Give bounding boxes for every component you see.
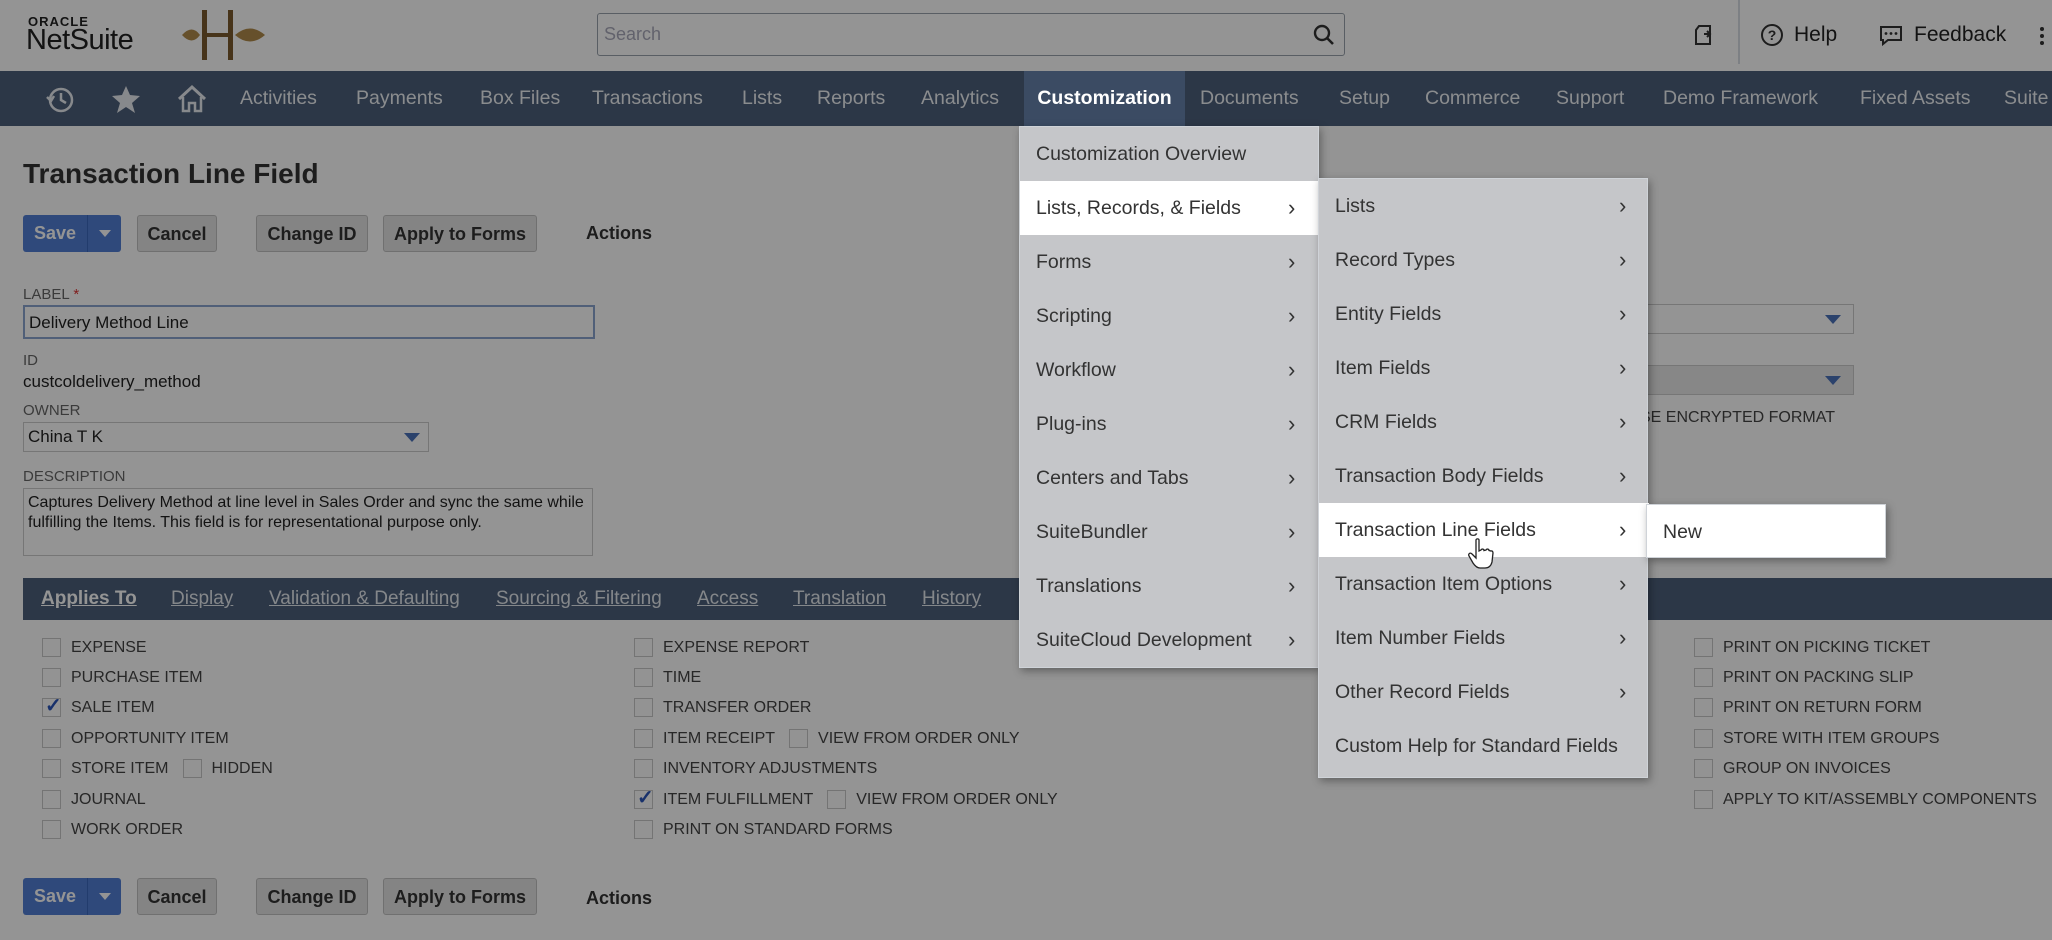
chevron-right-icon: › (1619, 409, 1627, 434)
submenu-item-other-record-fields[interactable]: Other Record Fields › (1319, 665, 1649, 719)
chevron-right-icon: › (1619, 463, 1627, 488)
chevron-right-icon: › (1288, 465, 1296, 490)
menu-item-suitebundler[interactable]: SuiteBundler › (1020, 505, 1320, 559)
menu-item-label: Centers and Tabs (1036, 467, 1189, 489)
menu-item-label: Scripting (1036, 305, 1112, 327)
menu-item-forms[interactable]: Forms › (1020, 235, 1320, 289)
menu-item-label: CRM Fields (1335, 411, 1437, 433)
chevron-right-icon: › (1288, 195, 1296, 220)
chevron-right-icon: › (1619, 625, 1627, 650)
menu-item-translations[interactable]: Translations › (1020, 559, 1320, 613)
chevron-right-icon: › (1288, 303, 1296, 328)
nav-customization[interactable]: Customization (1024, 71, 1185, 126)
menu-item-label: Lists (1335, 195, 1376, 217)
menu-item-label: SuiteBundler (1036, 521, 1148, 543)
submenu-item-entity-fields[interactable]: Entity Fields › (1319, 287, 1649, 341)
menu-item-label: Customization Overview (1036, 143, 1247, 165)
menu-item-label: Lists, Records, & Fields (1036, 197, 1241, 219)
submenu-item-transaction-body-fields[interactable]: Transaction Body Fields › (1319, 449, 1649, 503)
chevron-right-icon: › (1619, 571, 1627, 596)
menu-item-customization-overview[interactable]: Customization Overview (1020, 127, 1320, 181)
menu-item-label: Entity Fields (1335, 303, 1442, 325)
submenu-item-item-fields[interactable]: Item Fields › (1319, 341, 1649, 395)
chevron-right-icon: › (1288, 627, 1296, 652)
menu-item-lists-records-fields[interactable]: Lists, Records, & Fields › (1020, 181, 1321, 235)
menu-item-label: Item Fields (1335, 357, 1431, 379)
submenu-item-lists[interactable]: Lists › (1319, 179, 1649, 233)
menu-item-label: Transaction Body Fields (1335, 465, 1544, 487)
submenu-item-custom-help-standard-fields[interactable]: Custom Help for Standard Fields (1319, 719, 1649, 773)
menu-item-centers-and-tabs[interactable]: Centers and Tabs › (1020, 451, 1320, 505)
menu-item-label: Forms (1036, 251, 1092, 273)
menu-item-scripting[interactable]: Scripting › (1020, 289, 1320, 343)
chevron-right-icon: › (1288, 357, 1296, 382)
menu-item-label: Other Record Fields (1335, 681, 1510, 703)
menu-item-label: Workflow (1036, 359, 1116, 381)
menu-item-label: Plug-ins (1036, 413, 1107, 435)
lists-records-fields-submenu: Lists › Record Types › Entity Fields › Item… (1318, 178, 1649, 778)
menu-item-suitecloud-development[interactable]: SuiteCloud Development › (1020, 613, 1320, 667)
customization-menu: Customization Overview Lists, Records, &… (1019, 126, 1321, 668)
menu-item-label: Translations (1036, 575, 1142, 597)
submenu-item-crm-fields[interactable]: CRM Fields › (1319, 395, 1649, 449)
chevron-right-icon: › (1619, 247, 1627, 272)
chevron-right-icon: › (1288, 519, 1296, 544)
menu-item-workflow[interactable]: Workflow › (1020, 343, 1320, 397)
menu-item-label: SuiteCloud Development (1036, 629, 1252, 651)
submenu-item-new[interactable]: New (1647, 505, 1887, 559)
transaction-line-fields-submenu: New (1646, 504, 1886, 558)
chevron-right-icon: › (1288, 573, 1296, 598)
menu-item-label: Record Types (1335, 249, 1455, 271)
chevron-right-icon: › (1619, 355, 1627, 380)
submenu-item-item-number-fields[interactable]: Item Number Fields › (1319, 611, 1649, 665)
chevron-right-icon: › (1619, 517, 1627, 542)
menu-item-label: Item Number Fields (1335, 627, 1506, 649)
chevron-right-icon: › (1288, 411, 1296, 436)
menu-item-label: Transaction Item Options (1335, 573, 1553, 595)
menu-item-label: Transaction Line Fields (1335, 519, 1536, 541)
menu-item-plug-ins[interactable]: Plug-ins › (1020, 397, 1320, 451)
submenu-item-record-types[interactable]: Record Types › (1319, 233, 1649, 287)
hand-pointer-cursor-icon (1468, 538, 1494, 569)
chevron-right-icon: › (1619, 301, 1627, 326)
chevron-right-icon: › (1288, 249, 1296, 274)
chevron-right-icon: › (1619, 679, 1627, 704)
chevron-right-icon: › (1619, 193, 1627, 218)
menu-item-label: Custom Help for Standard Fields (1335, 735, 1618, 757)
